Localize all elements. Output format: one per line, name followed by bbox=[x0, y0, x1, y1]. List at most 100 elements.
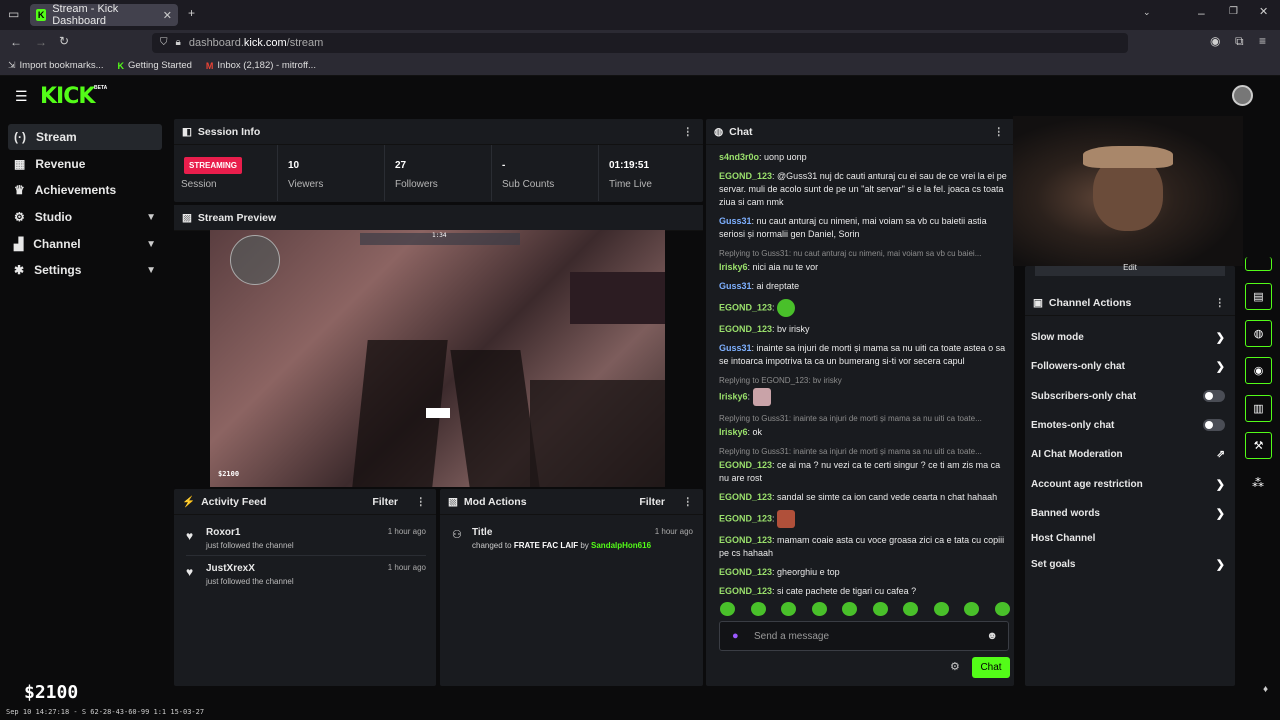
chat-username[interactable]: Guss31 bbox=[719, 281, 752, 291]
emote-icon[interactable] bbox=[872, 602, 888, 616]
emote-icon[interactable] bbox=[842, 602, 858, 616]
layout-icon[interactable]: ▥ bbox=[1245, 395, 1272, 422]
chat-username[interactable]: EGOND_123 bbox=[719, 492, 772, 502]
action-ai-moderation[interactable]: AI Chat Moderation ⇗ bbox=[1031, 444, 1231, 464]
rail-button-top[interactable] bbox=[1245, 257, 1272, 271]
emoji-picker-icon[interactable]: ☻ bbox=[986, 630, 998, 642]
sidebar-item-revenue[interactable]: ▦ Revenue bbox=[8, 151, 162, 177]
chat-message: EGOND_123: si cate pachete de tigari cu … bbox=[719, 586, 917, 596]
chat-username[interactable]: Guss31 bbox=[719, 216, 752, 226]
chat-message-input[interactable]: ● Send a message ☻ bbox=[719, 621, 1009, 651]
chat-username[interactable]: EGOND_123 bbox=[719, 171, 772, 181]
reply-context[interactable]: Replying to Guss31: inainte sa injuri de… bbox=[719, 412, 1009, 425]
user-avatar[interactable] bbox=[1232, 85, 1253, 106]
hud-money: $2100 bbox=[218, 470, 240, 478]
action-set-goals[interactable]: Set goals ❯ bbox=[1031, 554, 1231, 574]
document-icon[interactable]: ▤ bbox=[1245, 283, 1272, 310]
chat-username[interactable]: EGOND_123 bbox=[719, 324, 772, 334]
chat-username[interactable]: EGOND_123 bbox=[719, 567, 772, 577]
emote-icon[interactable] bbox=[933, 602, 949, 616]
action-account-age[interactable]: Account age restriction ❯ bbox=[1031, 474, 1231, 494]
emote-icon[interactable] bbox=[903, 602, 919, 616]
emote-icon[interactable] bbox=[781, 602, 797, 616]
sidebar-item-channel[interactable]: ▟ Channel ▼ bbox=[8, 231, 162, 257]
wrench-icon[interactable]: ⚒ bbox=[1245, 432, 1272, 459]
chat-username[interactable]: EGOND_123 bbox=[719, 513, 772, 523]
reply-context[interactable]: Replying to Guss31: nu caut anturaj cu n… bbox=[719, 247, 1009, 260]
chat-username[interactable]: Guss31 bbox=[719, 343, 752, 353]
shield-icon[interactable]: ⛉ bbox=[160, 38, 168, 48]
emote-icon[interactable] bbox=[811, 602, 827, 616]
sidebar-item-label: Revenue bbox=[35, 157, 86, 171]
stat-time-live: 01:19:51 Time Live bbox=[599, 145, 703, 201]
sidebar-item-settings[interactable]: ✱ Settings ▼ bbox=[8, 257, 162, 283]
mod-icon: ▧ bbox=[448, 495, 458, 508]
emote-icon[interactable] bbox=[994, 602, 1010, 616]
browser-tab[interactable]: K Stream - Kick Dashboard ✕ bbox=[30, 3, 178, 27]
minimize-icon[interactable]: – bbox=[1198, 7, 1205, 19]
lock-icon[interactable]: 🔒︎ bbox=[176, 38, 181, 48]
action-followers-only[interactable]: Followers-only chat ❯ bbox=[1031, 356, 1231, 376]
reload-icon[interactable]: ↻ bbox=[59, 35, 69, 47]
hamburger-menu-icon[interactable]: ☰ bbox=[15, 88, 28, 105]
stream-video[interactable]: 1:34 $2100 bbox=[210, 230, 665, 487]
action-host-channel[interactable]: Host Channel bbox=[1031, 528, 1231, 548]
subscribers-only-toggle[interactable] bbox=[1203, 390, 1225, 402]
chat-username[interactable]: EGOND_123 bbox=[719, 535, 772, 545]
community-icon[interactable]: ⁂ bbox=[1252, 476, 1264, 490]
back-icon[interactable]: ← bbox=[10, 36, 22, 48]
kick-logo[interactable]: KICK bbox=[40, 84, 95, 109]
chat-username[interactable]: Irisky6 bbox=[719, 427, 748, 437]
sidebar-item-stream[interactable]: (·) Stream bbox=[8, 124, 162, 150]
stat-label: Viewers bbox=[288, 179, 324, 190]
more-options-icon[interactable]: ⋮ bbox=[1215, 297, 1226, 309]
send-chat-button[interactable]: Chat bbox=[972, 657, 1010, 678]
chat-username[interactable]: EGOND_123 bbox=[719, 460, 772, 470]
emotes-only-toggle[interactable] bbox=[1203, 419, 1225, 431]
reply-context[interactable]: Replying to EGOND_123: bv irisky bbox=[719, 374, 1009, 387]
activity-user[interactable]: JustXrexX bbox=[206, 563, 255, 574]
url-bar[interactable]: ⛉ 🔒︎ dashboard.kick.com/stream bbox=[152, 33, 1128, 53]
chat-username[interactable]: Irisky6 bbox=[719, 262, 748, 272]
chevron-right-icon: ❯ bbox=[1215, 478, 1225, 491]
account-icon[interactable]: ◉ bbox=[1210, 35, 1220, 47]
sidebar-item-studio[interactable]: ⚙ Studio ▼ bbox=[8, 204, 162, 230]
chat-username[interactable]: EGOND_123 bbox=[719, 586, 772, 596]
more-options-icon[interactable]: ⋮ bbox=[683, 496, 694, 508]
chat-username[interactable]: EGOND_123 bbox=[719, 302, 772, 312]
filter-button[interactable]: Filter bbox=[639, 496, 665, 508]
forward-icon[interactable]: → bbox=[35, 36, 47, 48]
broadcast-icon[interactable]: ◉ bbox=[1245, 357, 1272, 384]
more-options-icon[interactable]: ⋮ bbox=[416, 496, 427, 508]
more-options-icon[interactable]: ⋮ bbox=[683, 126, 694, 138]
new-tab-icon[interactable]: + bbox=[188, 7, 195, 19]
activity-user[interactable]: Roxor1 bbox=[206, 527, 240, 538]
maximize-icon[interactable]: ❐ bbox=[1229, 7, 1238, 17]
menu-icon[interactable]: ≡ bbox=[1259, 35, 1266, 47]
tab-list-icon[interactable]: ▭ bbox=[8, 8, 19, 20]
chevron-down-icon[interactable]: ⌄ bbox=[1143, 8, 1151, 17]
chat-bubble-icon[interactable]: ◍ bbox=[1245, 320, 1272, 347]
sidebar-item-achievements[interactable]: ♛ Achievements bbox=[8, 177, 162, 203]
mod-action-user[interactable]: SandalpHon616 bbox=[591, 541, 651, 550]
chat-settings-icon[interactable]: ⚙ bbox=[950, 660, 960, 673]
chat-text: gheorghiu e top bbox=[777, 567, 840, 577]
bookmark-inbox[interactable]: M Inbox (2,182) - mitroff... bbox=[206, 60, 316, 71]
action-slow-mode[interactable]: Slow mode ❯ bbox=[1031, 327, 1231, 347]
microphone-icon[interactable]: ● bbox=[732, 630, 739, 642]
bookmark-import[interactable]: ⇲ Import bookmarks... bbox=[8, 60, 104, 71]
emote-icon[interactable] bbox=[750, 602, 766, 616]
chat-username[interactable]: s4nd3r0o bbox=[719, 152, 759, 162]
extensions-icon[interactable]: ⧉ bbox=[1235, 35, 1244, 47]
filter-button[interactable]: Filter bbox=[372, 496, 398, 508]
emote-icon[interactable] bbox=[964, 602, 980, 616]
close-tab-icon[interactable]: ✕ bbox=[163, 9, 172, 22]
reply-context[interactable]: Replying to Guss31: inainte sa injuri de… bbox=[719, 445, 1009, 458]
more-options-icon[interactable]: ⋮ bbox=[994, 126, 1005, 138]
action-banned-words[interactable]: Banned words ❯ bbox=[1031, 503, 1231, 523]
chat-username[interactable]: Irisky6 bbox=[719, 391, 748, 401]
bookmark-getting-started[interactable]: K Getting Started bbox=[118, 60, 192, 71]
emote-icon[interactable] bbox=[720, 602, 735, 616]
edit-button[interactable]: Edit bbox=[1035, 264, 1225, 276]
close-window-icon[interactable]: ✕ bbox=[1259, 7, 1268, 18]
